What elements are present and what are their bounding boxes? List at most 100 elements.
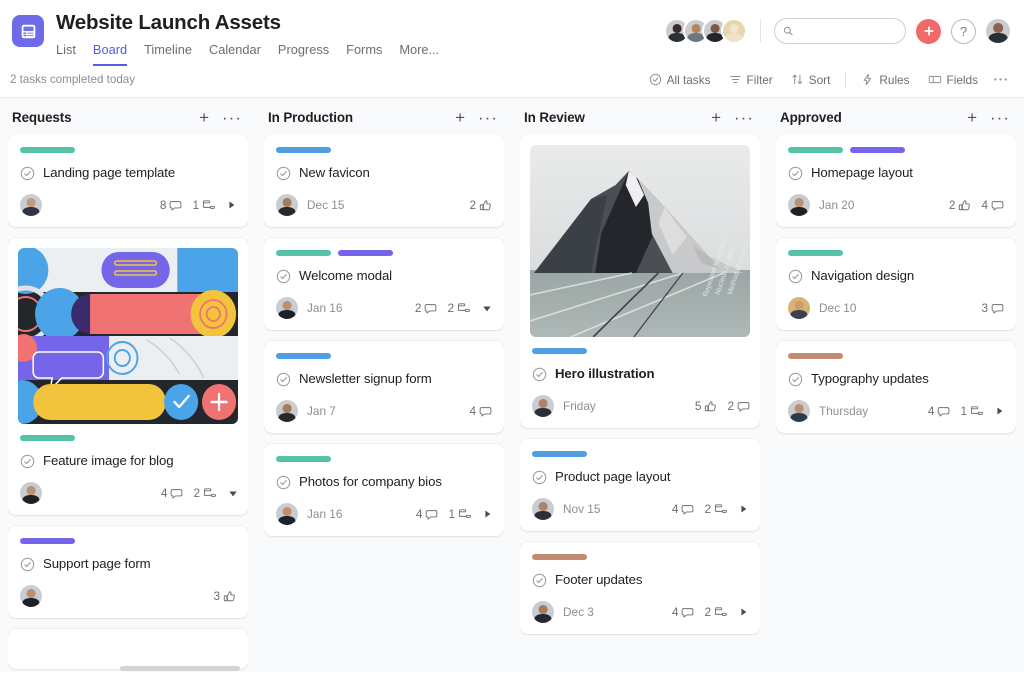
assignee-avatar[interactable] [276, 194, 298, 216]
task-card[interactable]: Nucleus of cells Method of search Repeat… [520, 135, 760, 428]
tab-list[interactable]: List [56, 40, 76, 66]
current-user-avatar[interactable] [986, 19, 1010, 43]
comment-count[interactable]: 4 [672, 605, 695, 619]
help-button[interactable]: ? [951, 19, 976, 44]
rules-button[interactable]: Rules [852, 69, 918, 91]
task-card[interactable]: Product page layout Nov 15 4 2 [520, 439, 760, 531]
all-tasks-button[interactable]: All tasks [640, 69, 720, 91]
complete-task-icon[interactable] [276, 269, 291, 284]
tab-progress[interactable]: Progress [278, 40, 329, 66]
add-button[interactable] [916, 19, 941, 44]
assignee-avatar[interactable] [276, 503, 298, 525]
task-card[interactable]: Landing page template 8 1 [8, 135, 248, 227]
subtask-count[interactable]: 2 [447, 301, 471, 315]
assignee-avatar[interactable] [276, 400, 298, 422]
assignee-avatar[interactable] [788, 297, 810, 319]
task-card[interactable]: Navigation design Dec 10 3 [776, 238, 1016, 330]
card-cover-image[interactable] [18, 248, 238, 424]
task-card[interactable]: Photos for company bios Jan 16 4 1 [264, 444, 504, 536]
comment-count[interactable]: 4 [161, 486, 184, 500]
column-add-task-button[interactable]: + [199, 112, 209, 124]
fields-button[interactable]: Fields [919, 69, 987, 91]
task-card[interactable]: Footer updates Dec 3 4 2 [520, 542, 760, 634]
tab-board[interactable]: Board [93, 40, 127, 66]
comment-count[interactable]: 4 [928, 404, 951, 418]
task-card[interactable]: Feature image for blog 4 2 [8, 238, 248, 515]
column-add-task-button[interactable]: + [967, 112, 977, 124]
card-cover-image[interactable]: Nucleus of cells Method of search Repeat… [530, 145, 750, 337]
task-card[interactable]: Support page form 3 [8, 526, 248, 618]
assignee-avatar[interactable] [532, 601, 554, 623]
expand-card-button[interactable] [227, 200, 236, 210]
subtask-count[interactable]: 1 [192, 198, 216, 212]
like-count[interactable]: 3 [213, 589, 236, 603]
toolbar-more-button[interactable] [987, 73, 1010, 86]
comment-count[interactable]: 4 [416, 507, 439, 521]
comment-count[interactable]: 2 [727, 399, 750, 413]
tab-more[interactable]: More... [399, 40, 439, 66]
comment-count[interactable]: 4 [672, 502, 695, 516]
like-count[interactable]: 5 [695, 399, 718, 413]
tab-calendar[interactable]: Calendar [209, 40, 261, 66]
assignee-avatar[interactable] [788, 194, 810, 216]
filter-button[interactable]: Filter [720, 69, 782, 91]
collapse-card-button[interactable] [228, 489, 238, 498]
task-card[interactable]: Typography updates Thursday 4 1 [776, 341, 1016, 433]
subtask-count[interactable]: 1 [448, 507, 472, 521]
expand-card-button[interactable] [483, 509, 492, 519]
expand-card-button[interactable] [995, 406, 1004, 416]
column-menu-button[interactable]: ··· [478, 114, 498, 122]
search-input[interactable] [798, 25, 897, 37]
search-box[interactable] [774, 18, 906, 44]
complete-task-icon[interactable] [532, 573, 547, 588]
board-app-icon[interactable] [12, 15, 44, 47]
complete-task-icon[interactable] [788, 166, 803, 181]
task-card[interactable]: New favicon Dec 15 2 [264, 135, 504, 227]
complete-task-icon[interactable] [20, 557, 35, 572]
like-count[interactable]: 2 [949, 198, 972, 212]
horizontal-scrollbar-thumb[interactable] [120, 666, 240, 671]
complete-task-icon[interactable] [532, 367, 547, 382]
comment-count[interactable]: 4 [469, 404, 492, 418]
collapse-card-button[interactable] [482, 304, 492, 313]
sort-button[interactable]: Sort [782, 69, 840, 91]
complete-task-icon[interactable] [788, 372, 803, 387]
complete-task-icon[interactable] [20, 454, 35, 469]
subtask-count[interactable]: 2 [193, 486, 217, 500]
task-card[interactable]: Welcome modal Jan 16 2 2 [264, 238, 504, 330]
column-menu-button[interactable]: ··· [222, 114, 242, 122]
comment-count[interactable]: 3 [981, 301, 1004, 315]
assignee-avatar[interactable] [20, 585, 42, 607]
expand-card-button[interactable] [739, 607, 748, 617]
comment-count[interactable]: 2 [415, 301, 438, 315]
expand-card-button[interactable] [739, 504, 748, 514]
assignee-avatar[interactable] [20, 482, 42, 504]
assignee-avatar[interactable] [276, 297, 298, 319]
task-card-partial[interactable] [8, 629, 248, 669]
assignee-avatar[interactable] [20, 194, 42, 216]
tab-timeline[interactable]: Timeline [144, 40, 192, 66]
member-avatar-stack[interactable] [664, 18, 747, 44]
comment-count[interactable]: 4 [981, 198, 1004, 212]
avatar[interactable] [721, 18, 747, 44]
column-menu-button[interactable]: ··· [734, 114, 754, 122]
complete-task-icon[interactable] [276, 475, 291, 490]
assignee-avatar[interactable] [532, 395, 554, 417]
tab-forms[interactable]: Forms [346, 40, 382, 66]
complete-task-icon[interactable] [276, 166, 291, 181]
subtask-count[interactable]: 1 [960, 404, 984, 418]
complete-task-icon[interactable] [788, 269, 803, 284]
complete-task-icon[interactable] [20, 166, 35, 181]
task-card[interactable]: Newsletter signup form Jan 7 4 [264, 341, 504, 433]
assignee-avatar[interactable] [532, 498, 554, 520]
comment-count[interactable]: 8 [160, 198, 183, 212]
subtask-count[interactable]: 2 [704, 502, 728, 516]
column-add-task-button[interactable]: + [455, 112, 465, 124]
like-count[interactable]: 2 [469, 198, 492, 212]
column-add-task-button[interactable]: + [711, 112, 721, 124]
column-menu-button[interactable]: ··· [990, 114, 1010, 122]
complete-task-icon[interactable] [532, 470, 547, 485]
complete-task-icon[interactable] [276, 372, 291, 387]
assignee-avatar[interactable] [788, 400, 810, 422]
subtask-count[interactable]: 2 [704, 605, 728, 619]
